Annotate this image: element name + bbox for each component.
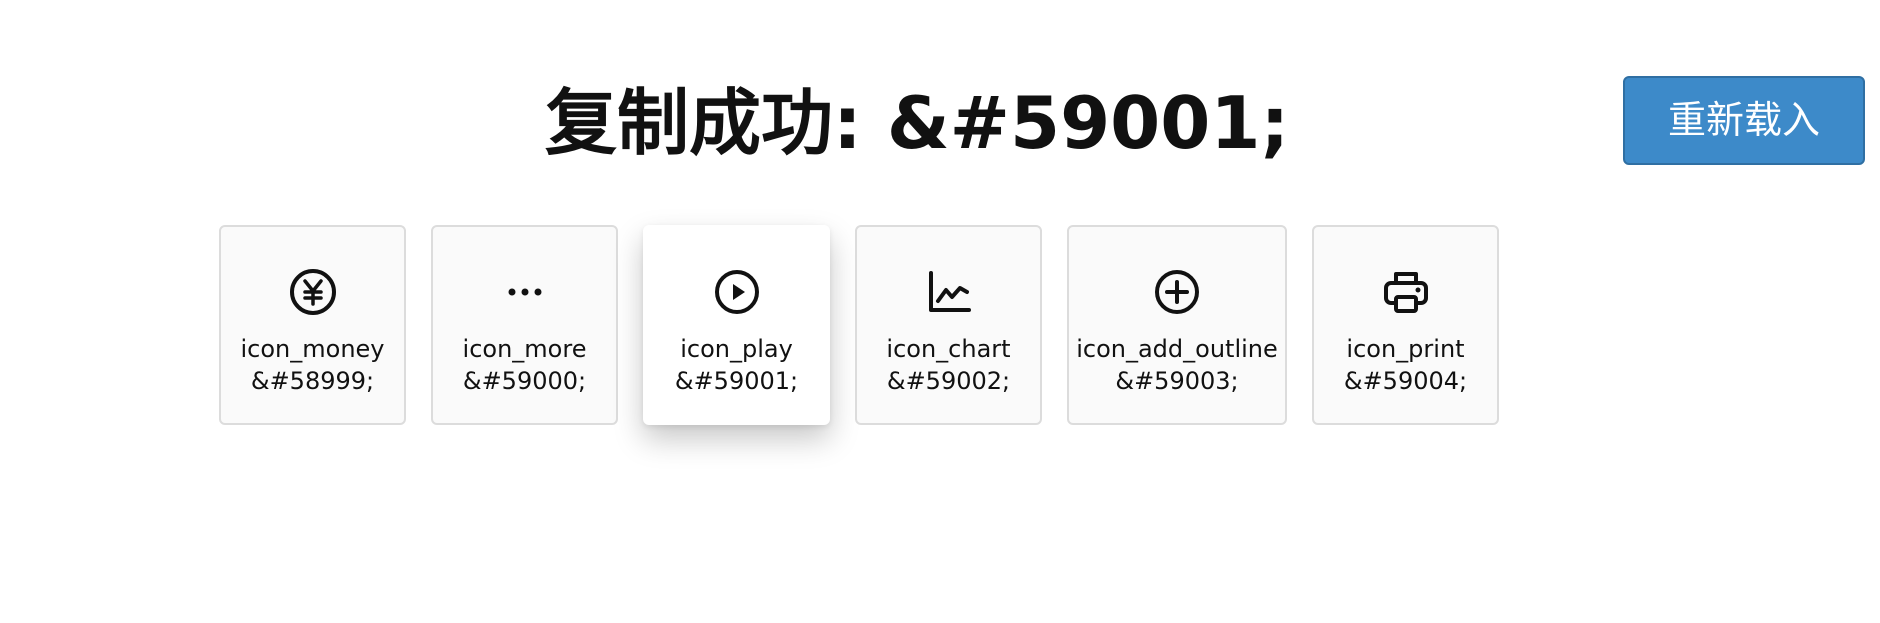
icon-card-code: &#58999; xyxy=(250,367,375,395)
icon-card-chart[interactable]: icon_chart &#59002; xyxy=(855,225,1042,425)
reload-button[interactable]: 重新载入 xyxy=(1623,76,1865,165)
icon-card-play[interactable]: icon_play &#59001; xyxy=(643,225,830,425)
icon-card-code: &#59000; xyxy=(462,367,587,395)
icon-card-print[interactable]: icon_print &#59004; xyxy=(1312,225,1499,425)
icon-card-name: icon_play xyxy=(680,335,793,363)
icon-grid: icon_money &#58999; icon_more &#59000; i… xyxy=(219,225,1499,425)
icon-card-name: icon_more xyxy=(462,335,587,363)
icon-card-more[interactable]: icon_more &#59000; xyxy=(431,225,618,425)
more-icon xyxy=(500,267,550,317)
icon-card-money[interactable]: icon_money &#58999; xyxy=(219,225,406,425)
page-title: 复制成功: &#59001; xyxy=(545,81,1290,165)
icon-card-code: &#59004; xyxy=(1343,367,1468,395)
icon-card-code: &#59002; xyxy=(886,367,1011,395)
icon-card-code: &#59003; xyxy=(1115,367,1239,395)
add-outline-icon xyxy=(1152,267,1202,317)
icon-card-name: icon_chart xyxy=(886,335,1011,363)
chart-icon xyxy=(924,267,974,317)
play-icon xyxy=(712,267,762,317)
icon-card-code: &#59001; xyxy=(674,367,799,395)
icon-card-add-outline[interactable]: icon_add_outline &#59003; xyxy=(1067,225,1287,425)
money-icon xyxy=(288,267,338,317)
print-icon xyxy=(1381,267,1431,317)
page: 复制成功: &#59001; 重新载入 icon_money &#58999; xyxy=(0,0,1880,623)
icon-card-name: icon_money xyxy=(240,335,385,363)
icon-card-name: icon_add_outline xyxy=(1076,335,1278,363)
icon-card-name: icon_print xyxy=(1346,335,1465,363)
